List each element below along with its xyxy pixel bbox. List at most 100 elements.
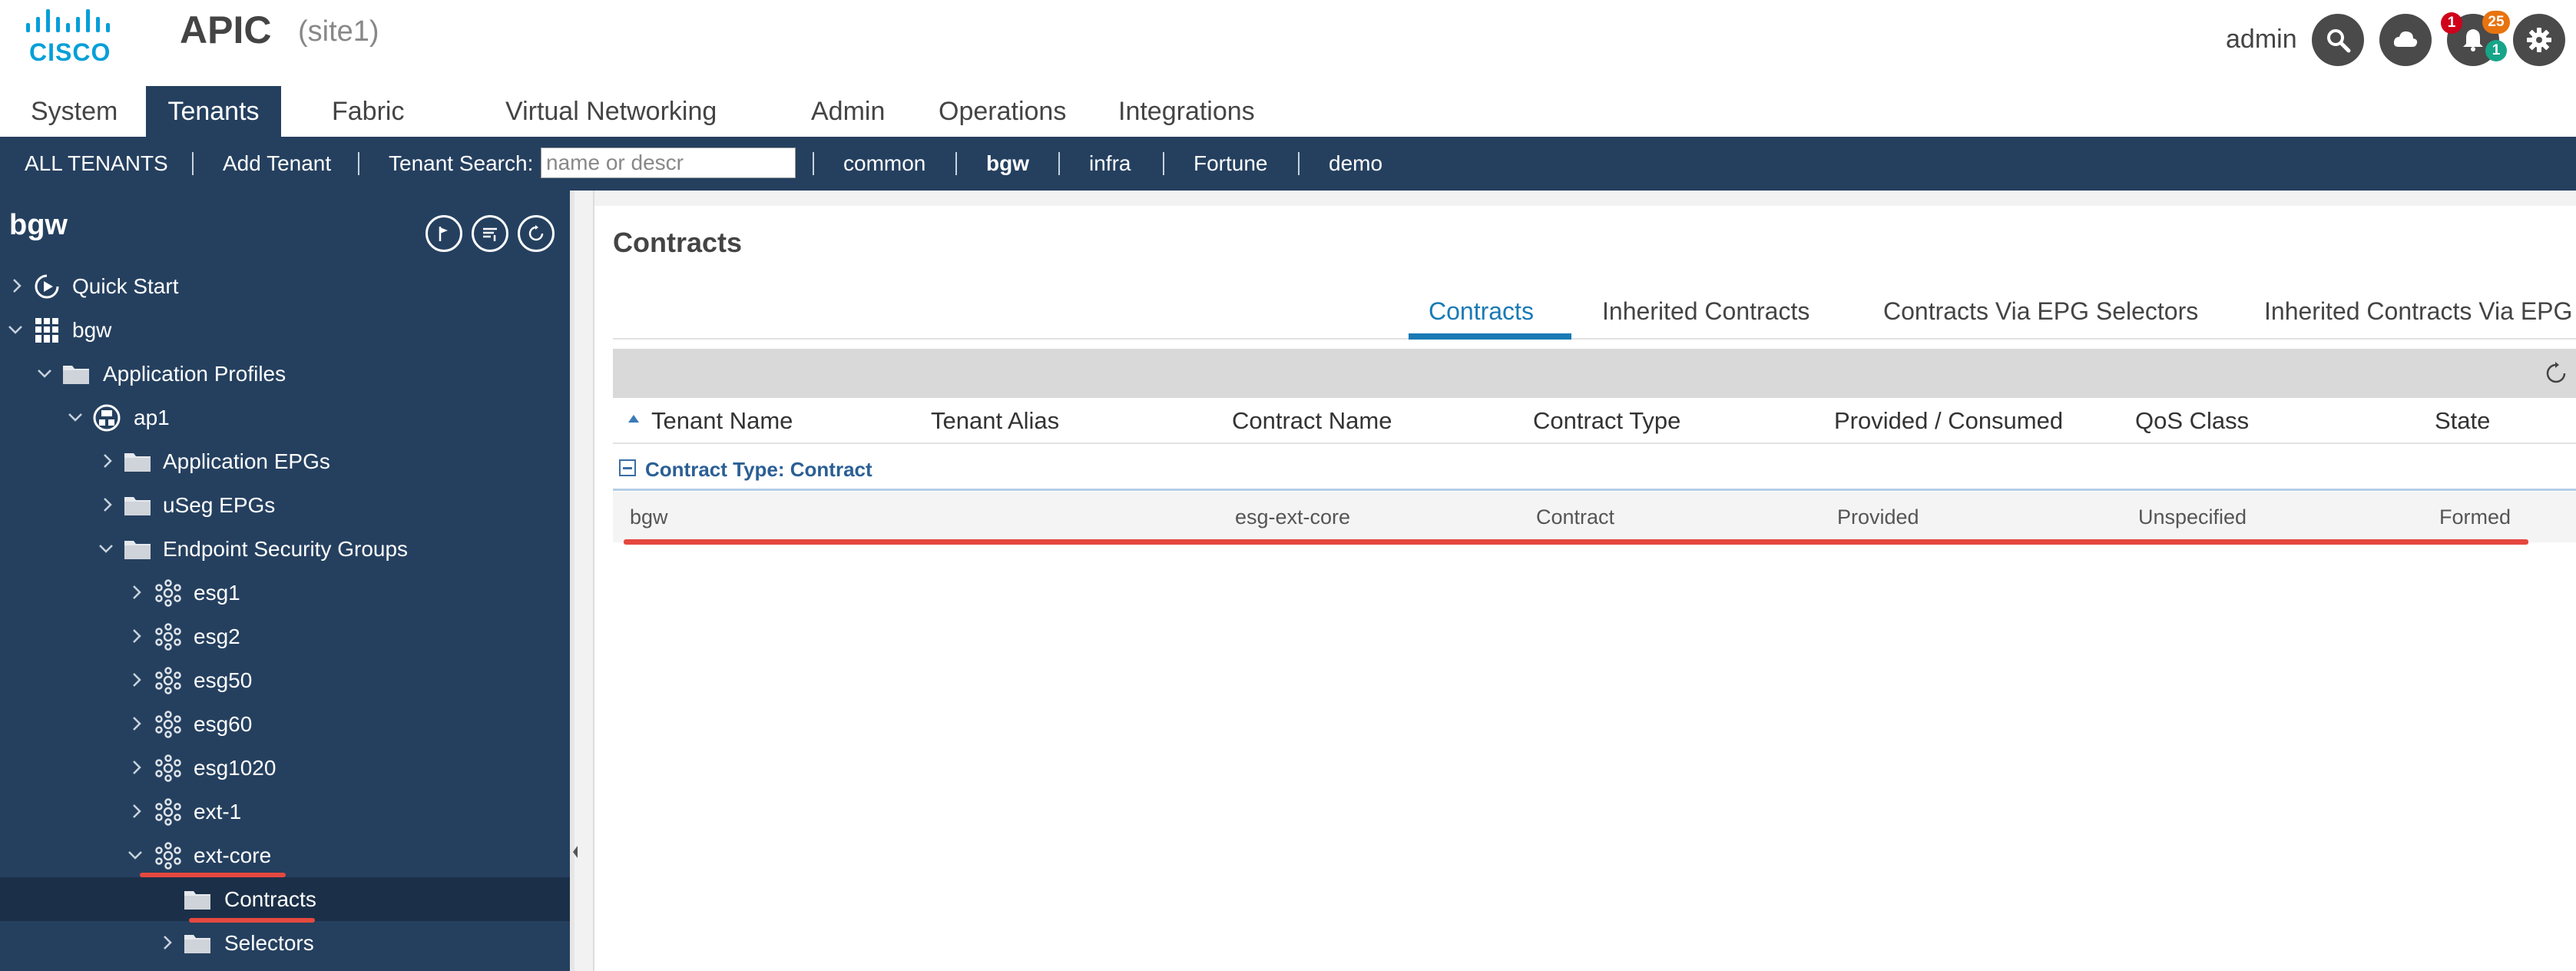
tree-item-selectors[interactable]: Selectors [0,921,570,965]
group-header-contract-type[interactable]: Contract Type: Contract [645,453,872,486]
tab-contracts-via-epg-selectors[interactable]: Contracts Via EPG Selectors [1883,290,2198,336]
tree-item-label: Endpoint Security Groups [163,537,409,561]
tab-tenants[interactable]: Tenants [146,86,281,137]
sidebar-filter-button[interactable] [472,215,508,252]
settings-button[interactable] [2513,14,2565,66]
tree-item-label: ext-1 [194,800,242,824]
collapse-arrow-icon[interactable] [571,843,579,860]
user-menu[interactable]: admin [2226,25,2297,55]
tree-item-esg1020[interactable]: esg1020 [0,746,570,790]
tree-item-esg2[interactable]: esg2 [0,615,570,658]
esg-icon [155,754,181,782]
refresh-icon[interactable] [2544,361,2568,386]
tree-item-label: uSeg EPGs [163,493,276,517]
cell-contract-name: esg-ext-core [1235,505,1351,529]
tab-virtual-networking[interactable]: Virtual Networking [495,86,727,137]
chevron-right-icon[interactable] [127,758,146,777]
tree-item-ext-core[interactable]: ext-core [0,833,570,877]
subnav-separator [813,152,814,175]
add-tenant-link[interactable]: Add Tenant [223,137,331,191]
chevron-down-icon[interactable] [35,364,54,383]
chevron-right-icon[interactable] [127,802,146,820]
tree-item-useg-epgs[interactable]: uSeg EPGs [0,483,570,527]
column-header-qos-class[interactable]: QoS Class [2135,399,2249,442]
esg-icon [155,711,181,738]
highlight-underline [624,539,2528,545]
tree-item-label: Quick Start [72,274,179,298]
tree-item-ap1[interactable]: ap1 [0,396,570,439]
chevron-right-icon[interactable] [127,671,146,689]
tree-item-label: Contracts [224,887,316,911]
tab-contracts[interactable]: Contracts [1429,290,1534,336]
column-header-contract-type[interactable]: Contract Type [1533,399,1680,442]
tab-admin[interactable]: Admin [800,86,896,137]
critical-alert-badge[interactable]: 1 [2441,12,2462,34]
header-divider [613,442,2576,444]
chevron-right-icon[interactable] [98,452,117,470]
table-toolbar [613,349,2576,398]
tab-system[interactable]: System [20,86,128,137]
tree-item-esg1[interactable]: esg1 [0,571,570,615]
chevron-right-icon[interactable] [127,627,146,645]
tree-item-ext-1[interactable]: ext-1 [0,790,570,833]
cloud-button[interactable] [2379,14,2432,66]
tab-inherited-contracts-via-epg[interactable]: Inherited Contracts Via EPG [2264,290,2572,336]
chevron-right-icon[interactable] [8,277,26,295]
chevron-down-icon[interactable] [6,320,25,339]
main-nav: System Tenants Fabric Virtual Networking… [0,86,2576,137]
page-title: Contracts [613,227,743,258]
search-button[interactable] [2312,14,2364,66]
chevron-down-icon[interactable] [126,846,144,864]
column-header-tenant-name[interactable]: Tenant Name [651,399,793,442]
chevron-right-icon[interactable] [158,933,177,952]
tab-inherited-contracts[interactable]: Inherited Contracts [1602,290,1809,336]
tenant-search-input[interactable] [541,147,796,178]
tree-item-tenant-bgw[interactable]: bgw [0,308,570,352]
subnav-separator [1298,152,1300,175]
subnav-separator [955,152,957,175]
tab-operations[interactable]: Operations [928,86,1077,137]
tree-item-label: Application EPGs [163,449,330,473]
tenant-link-common[interactable]: common [843,137,925,191]
chevron-down-icon[interactable] [66,408,84,426]
all-tenants-link[interactable]: ALL TENANTS [25,137,168,191]
chevron-right-icon[interactable] [98,495,117,514]
chevron-right-icon[interactable] [127,714,146,733]
navigation-pane: bgw Quick Start bgw Application Profiles… [0,191,570,971]
sidebar-refresh-button[interactable] [518,215,555,252]
tenant-grid-icon [35,318,58,343]
info-alert-badge[interactable]: 1 [2485,40,2507,61]
chevron-down-icon[interactable] [97,539,115,558]
tree-item-esg50[interactable]: esg50 [0,658,570,702]
tree-item-application-profiles[interactable]: Application Profiles [0,352,570,396]
tenant-link-bgw[interactable]: bgw [986,137,1029,191]
tenant-link-demo[interactable]: demo [1329,137,1382,191]
collapse-group-icon[interactable] [619,459,636,476]
cell-tenant-name: bgw [630,505,668,529]
warning-alert-badge[interactable]: 25 [2482,11,2510,34]
tenant-link-infra[interactable]: infra [1089,137,1131,191]
column-header-tenant-alias[interactable]: Tenant Alias [931,399,1059,442]
chevron-right-icon[interactable] [127,583,146,601]
tree-item-quick-start[interactable]: Quick Start [0,264,570,308]
folder-icon [184,891,210,910]
cell-provided-consumed: Provided [1837,505,1919,529]
tree-item-endpoint-security-groups[interactable]: Endpoint Security Groups [0,527,570,571]
tree-item-contracts[interactable]: Contracts [0,877,570,921]
sort-ascending-icon[interactable] [627,413,641,424]
tab-fabric[interactable]: Fabric [321,86,415,137]
column-header-state[interactable]: State [2435,399,2490,442]
app-profile-icon [93,404,121,432]
tree-item-label: esg1020 [194,756,276,780]
tree-item-label: Application Profiles [103,362,286,386]
sidebar-favorites-button[interactable] [425,215,462,252]
cell-qos-class: Unspecified [2138,505,2247,529]
column-header-provided-consumed[interactable]: Provided / Consumed [1834,399,2063,442]
tab-integrations[interactable]: Integrations [1108,86,1266,137]
tree-item-esg60[interactable]: esg60 [0,702,570,746]
tree-item-label: esg50 [194,668,253,692]
tree-item-application-epgs[interactable]: Application EPGs [0,439,570,483]
tenant-link-fortune[interactable]: Fortune [1194,137,1268,191]
folder-icon [124,497,151,515]
column-header-contract-name[interactable]: Contract Name [1232,399,1392,442]
